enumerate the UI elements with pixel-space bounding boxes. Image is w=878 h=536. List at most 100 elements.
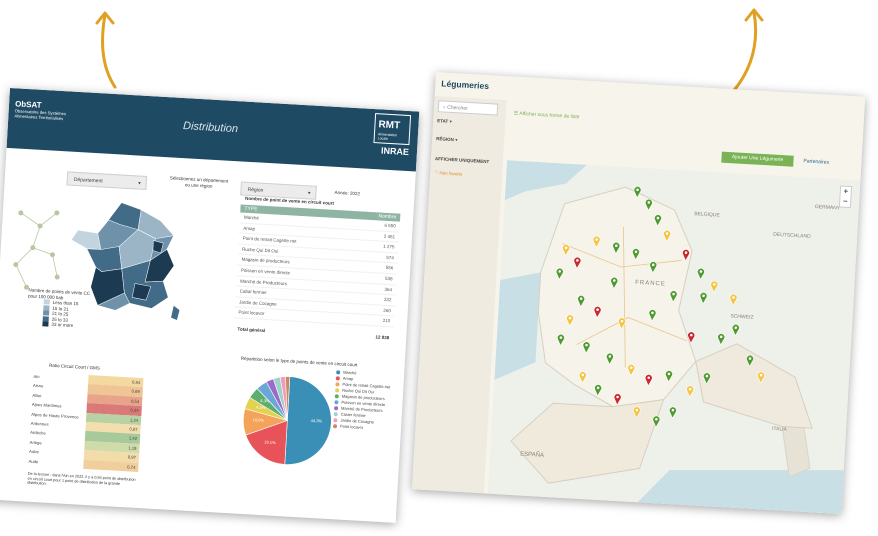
location-pin-icon[interactable] [556,333,565,346]
etat-filter[interactable]: ETAT ▾ [437,118,452,125]
ratio-department: Aude [28,458,39,464]
chevron-down-icon: ▾ [307,190,311,197]
pie-legend-label: Point locavor [339,423,364,430]
location-pin-icon[interactable] [555,267,564,280]
location-pin-icon[interactable] [582,341,591,354]
add-legumerie-button[interactable]: Ajouter Une Légumerie [721,151,794,167]
location-pin-icon[interactable] [682,248,691,261]
legend-swatch [42,321,49,327]
search-icon: ⌕ [442,104,446,111]
legend-swatch [43,305,50,311]
non-favoris-label: Non favoris [439,170,463,177]
pie-title: Répartition selon le type de points de v… [240,355,358,368]
distribution-dashboard: ObSAT Observatoire des Systèmes Alimenta… [0,88,420,523]
map-canvas[interactable]: FRANCE BELGIQUE DEUTSCHLAND SCHWEIZ ITAL… [487,160,861,515]
table-total-row: Total général 12 838 [233,324,393,343]
chevron-down-icon: ▾ [138,180,141,187]
location-pin-icon[interactable] [644,198,653,211]
legend-swatch [42,310,50,316]
zoom-out-button[interactable]: − [840,196,851,207]
location-pin-icon[interactable] [731,323,740,336]
location-pin-icon[interactable] [605,352,614,365]
location-pin-icon[interactable] [594,384,603,397]
table-cell-value: 574 [386,254,395,261]
table-cell-value: 6 550 [384,222,396,229]
location-pin-icon[interactable] [578,371,587,384]
table-cell-type: Cabal fermier [239,288,267,296]
pie-slice-label: 19,1% [264,439,276,445]
location-pin-icon[interactable] [652,415,661,428]
ratio-footnote: De la lecture : dans l'Ain en 2022, il y… [27,472,168,494]
location-pin-icon[interactable] [573,256,582,269]
list-view-label: Afficher sous forme de liste [519,110,580,121]
ratio-table: Ain 0,84 Aisne 0,69 Allier 0,54 Alpes Maritime… [28,372,153,473]
location-pin-icon[interactable] [686,385,695,398]
points-de-vente-table: TYPE Nombre Marché 6 550 Amap 2 451 Point de… [233,204,401,343]
pie-legend-swatch [335,376,340,381]
zoom-controls: + − [838,185,853,209]
location-pin-icon[interactable] [687,331,696,344]
location-pin-icon[interactable] [566,314,575,327]
location-pin-icon[interactable] [632,248,641,261]
departement-select[interactable]: Département ▾ [66,171,148,191]
location-pin-icon[interactable] [627,364,636,376]
search-placeholder: Chercher [446,104,468,112]
location-pin-icon[interactable] [717,333,726,346]
pie-legend-swatch [332,424,338,429]
location-pin-icon[interactable] [669,290,678,303]
region-filter-label: RÉGION [436,136,455,143]
pie-chart[interactable]: 44,3%19,1%10,0%4,5%4,3% [235,368,341,474]
location-pin-icon[interactable] [618,317,627,330]
year-filter[interactable]: Année: 2022 [334,190,360,197]
afficher-uniquement-label: AFFICHER UNIQUEMENT [434,156,490,165]
location-pin-icon[interactable] [577,295,586,307]
location-pin-icon[interactable] [746,354,755,367]
location-pin-icon[interactable] [633,186,642,199]
location-pin-icon[interactable] [665,370,674,383]
list-view-toggle[interactable]: ☰ Afficher sous forme de liste [514,111,580,121]
location-pin-icon[interactable] [668,406,677,419]
location-pin-icon[interactable] [610,276,619,289]
location-pin-icon[interactable] [757,371,766,384]
legend-label: 33 or more [51,321,74,329]
table-cell-type: Amap [243,225,256,231]
partners-link[interactable]: Partenaires [803,156,829,168]
pie-slice[interactable] [284,376,334,467]
location-pin-icon[interactable] [593,305,602,318]
pie-legend-swatch [334,400,339,405]
location-pin-icon[interactable] [710,280,719,293]
zoom-in-button[interactable]: + [841,187,852,198]
location-pin-icon[interactable] [644,374,653,386]
etat-filter-label: ETAT [437,118,449,124]
region-filter[interactable]: RÉGION ▾ [436,136,458,143]
location-pin-icon[interactable] [696,267,705,280]
location-pin-icon[interactable] [648,309,657,322]
select-hint: Sélectionnez un département ou une régio… [161,175,238,190]
location-pin-icon[interactable] [562,244,571,256]
rmt-logo: RMT Alimentation Locale [373,113,412,146]
table-cell-value: 260 [383,307,391,314]
pie-slice-label: 44,3% [311,418,323,424]
map-label-schweiz: SCHWEIZ [730,313,754,321]
ratio-value: 0,74 [83,459,139,472]
location-pin-icon[interactable] [612,241,621,254]
curved-arrow-right-icon [732,8,764,90]
location-pin-icon[interactable] [649,261,658,274]
non-favoris-toggle[interactable]: ♡ Non favoris [434,170,462,178]
location-pin-icon[interactable] [663,229,672,242]
location-pin-icon[interactable] [632,406,641,419]
location-pin-icon[interactable] [592,235,601,248]
location-pin-icon[interactable] [729,293,738,306]
location-pin-icon[interactable] [613,393,622,406]
ratio-title: Ratio Circuit Court / GMS [48,362,100,371]
search-input[interactable]: ⌕ Chercher [437,100,499,116]
location-pin-icon[interactable] [654,214,663,227]
pie-legend-swatch [333,406,339,411]
map-legend-items: Less than 15 15 to 21 21 to 25 25 to 33 33 o… [26,298,89,329]
departement-select-label: Département [73,176,103,185]
location-pin-icon[interactable] [702,372,711,385]
region-select-label: Région [247,186,264,194]
location-pin-icon[interactable] [699,292,708,304]
curved-arrow-left-icon [95,11,117,89]
table-rows: Marché 6 550 Amap 2 451 Point de retrait Cag… [234,212,400,328]
